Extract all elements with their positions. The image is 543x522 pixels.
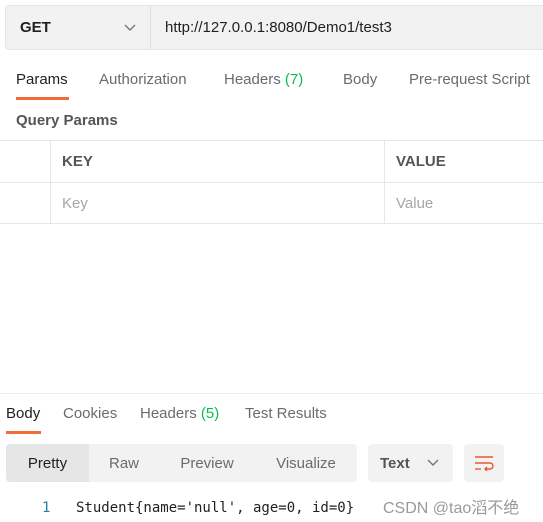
chevron-down-icon: [427, 459, 439, 466]
table-header-row: KEY VALUE: [0, 140, 543, 182]
tab-authorization[interactable]: Authorization: [99, 71, 187, 88]
url-bar: GET http://127.0.0.1:8080/Demo1/test3: [5, 5, 543, 50]
tab-label: Test Results: [245, 405, 327, 422]
tab-cookies[interactable]: Cookies: [63, 405, 117, 422]
tab-test-results[interactable]: Test Results: [245, 405, 327, 422]
wrap-lines-icon: [475, 456, 494, 471]
view-visualize-button[interactable]: Visualize: [255, 444, 357, 482]
query-params-table: KEY VALUE Key Value: [0, 140, 543, 224]
key-input[interactable]: Key: [51, 183, 385, 223]
view-pretty-button[interactable]: Pretty: [6, 444, 89, 482]
tab-params[interactable]: Params: [16, 71, 68, 88]
value-input[interactable]: Value: [385, 183, 543, 223]
active-tab-underline: [6, 431, 41, 434]
pane-divider[interactable]: [0, 393, 543, 394]
query-params-title: Query Params: [16, 112, 118, 129]
format-select[interactable]: Text: [368, 444, 453, 482]
tab-label: Pre-request Script: [409, 71, 530, 88]
tab-label: Authorization: [99, 71, 187, 88]
method-select[interactable]: GET: [6, 6, 151, 49]
tab-label: Headers: [140, 405, 197, 422]
wrap-lines-button[interactable]: [464, 444, 504, 482]
view-raw-button[interactable]: Raw: [89, 444, 159, 482]
active-tab-underline: [16, 97, 69, 100]
method-label: GET: [20, 19, 51, 36]
tab-pre-request-script[interactable]: Pre-request Script: [409, 71, 530, 88]
url-input[interactable]: http://127.0.0.1:8080/Demo1/test3: [151, 19, 392, 36]
headers-count: (7): [284, 71, 304, 88]
table-row: Key Value: [0, 182, 543, 224]
chevron-down-icon: [124, 24, 136, 31]
tab-response-body[interactable]: Body: [6, 405, 40, 422]
view-preview-button[interactable]: Preview: [159, 444, 255, 482]
tab-label: Body: [6, 405, 41, 422]
response-body-line: Student{name='null', age=0, id=0}: [76, 500, 355, 516]
format-label: Text: [380, 454, 410, 472]
tab-label: Params: [16, 71, 68, 88]
column-value: VALUE: [396, 153, 446, 170]
row-checkbox-cell: [0, 183, 51, 223]
tab-headers[interactable]: Headers (7): [224, 71, 303, 88]
checkbox-column: [0, 141, 51, 182]
tab-response-headers[interactable]: Headers (5): [140, 405, 219, 422]
view-mode-group: Pretty Raw Preview Visualize: [6, 444, 357, 482]
line-number: 1: [42, 500, 51, 516]
tab-body[interactable]: Body: [343, 71, 377, 88]
watermark: CSDN @tao滔不绝: [383, 500, 520, 517]
column-key: KEY: [51, 141, 385, 182]
tab-label: Headers: [224, 71, 281, 88]
tab-label: Cookies: [63, 405, 118, 422]
tab-label: Body: [343, 71, 378, 88]
headers-count: (5): [200, 405, 220, 422]
